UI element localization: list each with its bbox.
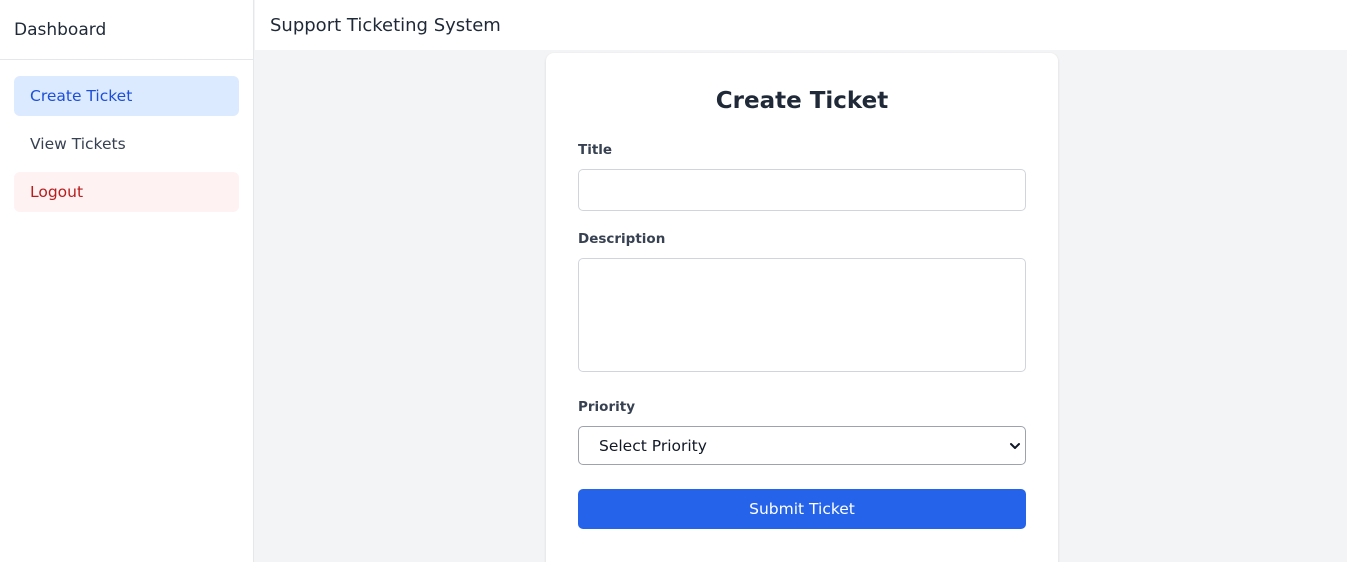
sidebar-item-logout[interactable]: Logout: [14, 172, 239, 212]
submit-ticket-label: Submit Ticket: [749, 500, 855, 518]
submit-ticket-button[interactable]: Submit Ticket: [578, 489, 1026, 529]
app-title: Support Ticketing System: [270, 14, 501, 36]
priority-select[interactable]: Select Priority: [578, 426, 1026, 465]
description-label: Description: [578, 231, 666, 247]
sidebar-item-label: Create Ticket: [30, 87, 133, 105]
priority-label: Priority: [578, 399, 635, 415]
sidebar-item-label: Logout: [30, 183, 84, 201]
sidebar-title: Dashboard: [14, 19, 107, 40]
sidebar: Dashboard Create Ticket View Tickets Log…: [0, 0, 254, 562]
sidebar-item-create-ticket[interactable]: Create Ticket: [14, 76, 239, 116]
chevron-down-icon: [1010, 443, 1020, 449]
app: Dashboard Create Ticket View Tickets Log…: [0, 0, 1347, 562]
description-textarea[interactable]: [578, 258, 1026, 372]
title-input[interactable]: [578, 169, 1026, 211]
sidebar-item-view-tickets[interactable]: View Tickets: [14, 124, 239, 164]
priority-select-value: Select Priority: [599, 436, 707, 455]
sidebar-item-label: View Tickets: [30, 135, 126, 153]
sidebar-nav: Create Ticket View Tickets Logout: [0, 60, 253, 212]
page-title: Create Ticket: [715, 88, 889, 114]
title-label: Title: [578, 142, 613, 158]
create-ticket-card: Create Ticket Title Description Priority…: [546, 53, 1058, 562]
sidebar-header: Dashboard: [0, 0, 253, 60]
top-header: Support Ticketing System: [255, 0, 1347, 50]
